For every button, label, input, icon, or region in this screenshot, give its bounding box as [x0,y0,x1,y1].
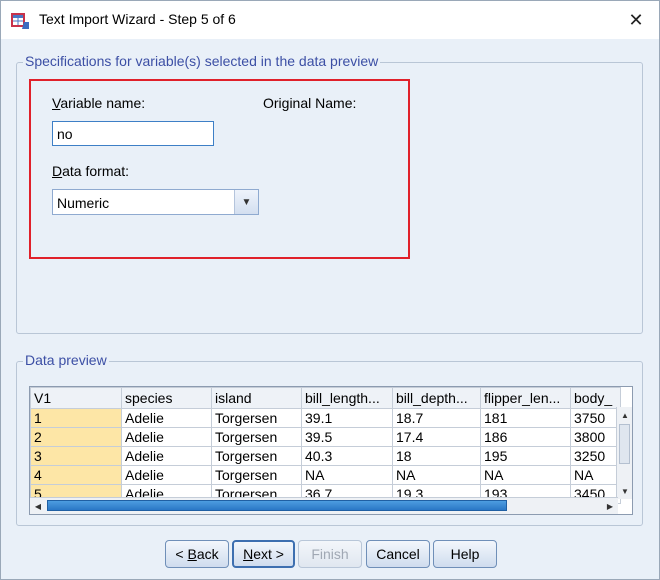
vertical-scrollbar[interactable]: ▲ ▼ [616,407,632,499]
help-button[interactable]: Help [433,540,497,568]
table-cell[interactable]: NA [570,465,621,485]
vertical-scroll-thumb[interactable] [619,424,630,464]
table-cell[interactable]: 39.5 [301,427,393,447]
table-cell[interactable]: 181 [480,408,571,428]
table-cell[interactable]: Adelie [121,446,212,466]
scroll-up-icon[interactable]: ▲ [617,407,632,423]
table-cell[interactable]: 3 [30,446,122,466]
table-cell[interactable]: Torgersen [211,446,302,466]
column-header[interactable]: bill_length... [301,387,393,409]
chevron-down-icon[interactable]: ▼ [234,190,258,214]
scroll-down-icon[interactable]: ▼ [617,483,632,499]
column-header[interactable]: body_ [570,387,621,409]
table-cell[interactable]: NA [480,465,571,485]
scroll-left-icon[interactable]: ◀ [30,498,46,514]
table-cell[interactable]: 39.1 [301,408,393,428]
table-cell[interactable]: Torgersen [211,408,302,428]
horizontal-scrollbar[interactable]: ◀ ▶ [30,497,618,514]
table-cell[interactable]: Torgersen [211,465,302,485]
spss-app-icon [10,10,30,30]
column-header[interactable]: species [121,387,212,409]
table-cell[interactable]: 3800 [570,427,621,447]
table-cell[interactable]: 195 [480,446,571,466]
data-preview-table: V1 species island bill_length... bill_de… [30,387,621,504]
table-cell[interactable]: 18 [392,446,481,466]
finish-button[interactable]: Finish [298,540,362,568]
data-preview-grid[interactable]: V1 species island bill_length... bill_de… [29,386,633,515]
column-header[interactable]: flipper_len... [480,387,571,409]
window-title: Text Import Wizard - Step 5 of 6 [39,11,236,27]
back-button[interactable]: < Back [165,540,229,568]
table-cell[interactable]: 2 [30,427,122,447]
column-header[interactable]: V1 [30,387,122,409]
specifications-group-title: Specifications for variable(s) selected … [23,53,381,69]
data-format-value: Numeric [57,195,110,211]
table-cell[interactable]: Adelie [121,408,212,428]
next-button[interactable]: Next > [232,540,295,568]
header-row: V1 species island bill_length... bill_de… [30,387,621,409]
table-cell[interactable]: NA [392,465,481,485]
variable-name-label: Variable name: [52,95,146,111]
horizontal-scroll-thumb[interactable] [47,500,507,511]
table-cell[interactable]: 18.7 [392,408,481,428]
table-row: 4 Adelie Torgersen NA NA NA NA [30,465,621,485]
table-cell[interactable]: 4 [30,465,122,485]
table-cell[interactable]: NA [301,465,393,485]
table-cell[interactable]: Adelie [121,427,212,447]
column-header[interactable]: bill_depth... [392,387,481,409]
data-format-select[interactable]: Numeric ▼ [52,189,259,215]
column-header[interactable]: island [211,387,302,409]
scroll-right-icon[interactable]: ▶ [602,498,618,514]
text-import-wizard-dialog: Text Import Wizard - Step 5 of 6 ✕ Speci… [0,0,660,580]
table-row: 1 Adelie Torgersen 39.1 18.7 181 3750 [30,408,621,428]
table-cell[interactable]: 17.4 [392,427,481,447]
data-format-label: Data format: [52,163,130,179]
table-cell[interactable]: 1 [30,408,122,428]
variable-name-input[interactable] [52,121,214,146]
table-cell[interactable]: 3250 [570,446,621,466]
table-row: 2 Adelie Torgersen 39.5 17.4 186 3800 [30,427,621,447]
close-icon[interactable]: ✕ [613,1,659,39]
table-cell[interactable]: Adelie [121,465,212,485]
table-row: 3 Adelie Torgersen 40.3 18 195 3250 [30,446,621,466]
table-cell[interactable]: Torgersen [211,427,302,447]
table-cell[interactable]: 40.3 [301,446,393,466]
data-preview-group-title: Data preview [23,352,109,368]
cancel-button[interactable]: Cancel [366,540,430,568]
original-name-label: Original Name: [263,95,357,111]
table-cell[interactable]: 3750 [570,408,621,428]
table-cell[interactable]: 186 [480,427,571,447]
title-bar: Text Import Wizard - Step 5 of 6 ✕ [1,1,659,39]
